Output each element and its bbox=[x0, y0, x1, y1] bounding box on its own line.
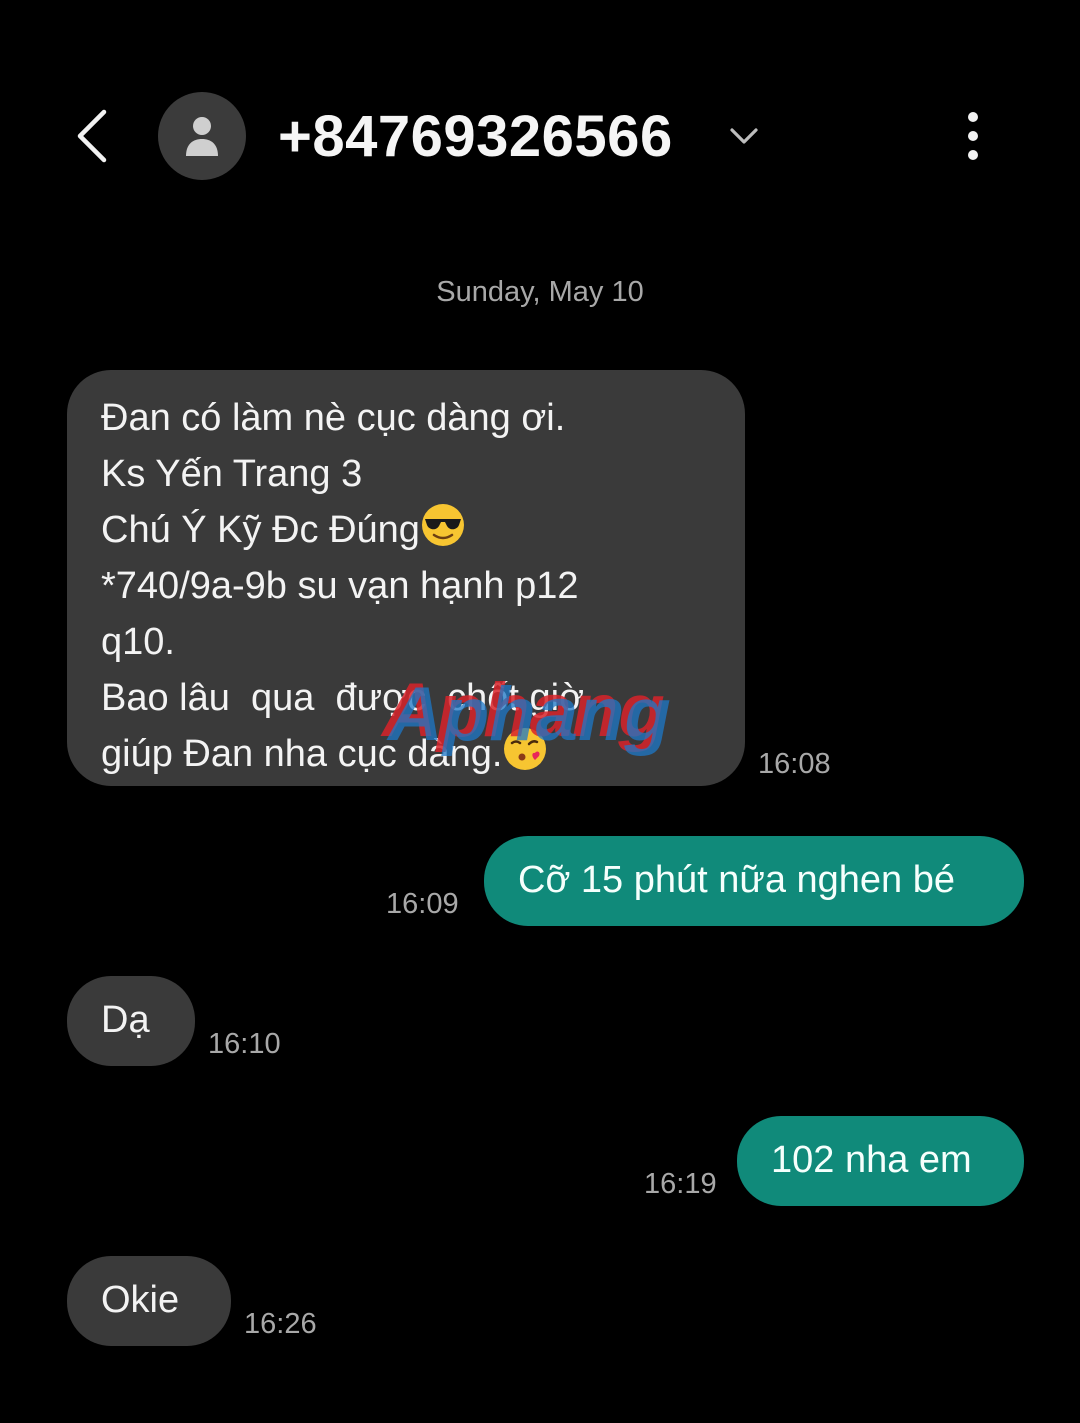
contact-number-title[interactable]: +84769326566 bbox=[278, 98, 673, 174]
back-button[interactable] bbox=[62, 100, 122, 172]
message-timestamp: 16:10 bbox=[208, 1028, 281, 1060]
message-line: q10. bbox=[101, 621, 175, 663]
message-text: Okie bbox=[101, 1279, 180, 1321]
message-line-with-emoji: Chú Ý Kỹ Đc Đúng bbox=[101, 502, 745, 558]
message-line: Ks Yến Trang 3 bbox=[101, 453, 363, 495]
message-timestamp: 16:09 bbox=[386, 888, 459, 920]
more-options-button[interactable] bbox=[948, 104, 998, 168]
kissing-face-emoji-icon bbox=[504, 728, 547, 770]
person-icon bbox=[186, 117, 218, 156]
date-divider: Sunday, May 10 bbox=[436, 276, 644, 308]
outgoing-message-bubble[interactable]: Cỡ 15 phút nữa nghen bé bbox=[484, 836, 1024, 926]
message-text: 102 nha em bbox=[771, 1139, 972, 1181]
more-vertical-icon bbox=[968, 112, 978, 160]
expand-contact-button[interactable] bbox=[726, 118, 762, 154]
incoming-message-bubble[interactable]: Okie bbox=[67, 1256, 231, 1346]
sunglasses-emoji-icon bbox=[421, 504, 464, 546]
message-line: *740/9a-9b su vạn hạnh p12 bbox=[101, 565, 579, 607]
message-line-with-emoji: giúp Đan nha cục dàng. bbox=[101, 726, 745, 782]
message-line: Bao lâu qua được chốt giờ bbox=[101, 677, 584, 719]
chevron-down-icon bbox=[730, 128, 758, 144]
incoming-message-bubble[interactable]: Dạ bbox=[67, 976, 195, 1066]
message-text: Dạ bbox=[101, 999, 150, 1041]
incoming-message-bubble[interactable]: Đan có làm nè cục dàng ơi. Ks Yến Trang … bbox=[67, 370, 745, 786]
outgoing-message-bubble[interactable]: 102 nha em bbox=[737, 1116, 1024, 1206]
message-timestamp: 16:19 bbox=[644, 1168, 717, 1200]
message-line-text: giúp Đan nha cục dàng. bbox=[101, 733, 503, 775]
contact-avatar[interactable] bbox=[158, 92, 246, 180]
message-timestamp: 16:08 bbox=[758, 748, 831, 780]
message-timestamp: 16:26 bbox=[244, 1308, 317, 1340]
message-text: Cỡ 15 phút nữa nghen bé bbox=[518, 859, 956, 901]
chevron-left-icon bbox=[77, 109, 107, 163]
message-line: Đan có làm nè cục dàng ơi. bbox=[101, 397, 566, 439]
message-line-text: Chú Ý Kỹ Đc Đúng bbox=[101, 509, 420, 551]
